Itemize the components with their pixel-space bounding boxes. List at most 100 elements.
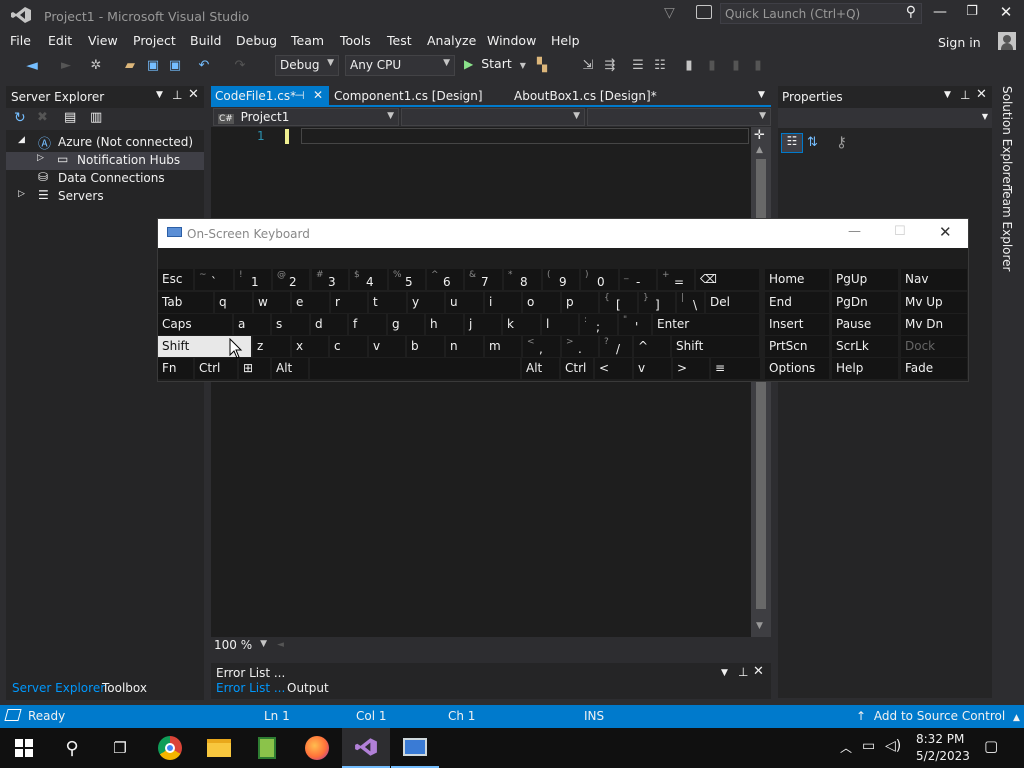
osk-key[interactable]: Tab	[158, 292, 213, 313]
osk-key[interactable]: ^	[634, 336, 670, 357]
quick-launch-input[interactable]: Quick Launch (Ctrl+Q) ⚲	[720, 3, 922, 24]
osk-key[interactable]: i	[485, 292, 521, 313]
scroll-up-icon[interactable]: ▲	[756, 145, 763, 155]
osk-key[interactable]: q	[215, 292, 252, 313]
osk-nav-key[interactable]: Fade	[901, 358, 967, 379]
source-control-button[interactable]: ↑ Add to Source Control ▲	[856, 709, 1020, 723]
pin-icon[interactable]: ⊥	[738, 665, 748, 679]
osk-key[interactable]: $4	[350, 269, 387, 290]
tree-node-azure[interactable]: ◢ Ⓐ Azure (Not connected)	[6, 134, 204, 152]
menu-analyze[interactable]: Analyze	[427, 33, 476, 48]
remote-desktop-icon[interactable]	[391, 728, 439, 768]
sign-in-link[interactable]: Sign in	[938, 35, 981, 50]
osk-key[interactable]: n	[446, 336, 483, 357]
osk-key[interactable]: k	[503, 314, 540, 335]
osk-key[interactable]: t	[369, 292, 406, 313]
menu-help[interactable]: Help	[551, 33, 580, 48]
menu-test[interactable]: Test	[387, 33, 412, 48]
osk-key[interactable]: l	[542, 314, 578, 335]
osk-nav-key[interactable]: PrtScn	[765, 336, 829, 357]
chrome-icon[interactable]	[146, 728, 194, 768]
osk-key[interactable]: Shift	[672, 336, 759, 357]
restore-button[interactable]: ❐	[962, 4, 982, 24]
osk-key[interactable]: Del	[706, 292, 759, 313]
close-button[interactable]: ✕	[996, 3, 1016, 23]
osk-key[interactable]: _ -	[620, 269, 656, 290]
windows-start-icon[interactable]	[0, 728, 48, 768]
osk-key[interactable]: Esc	[158, 269, 193, 290]
osk-key[interactable]: d	[311, 314, 347, 335]
save-all-icon[interactable]: ▣	[167, 57, 183, 73]
close-icon[interactable]: ✕	[313, 88, 323, 102]
task-view-icon[interactable]: ❐	[96, 728, 144, 768]
osk-key[interactable]: e	[292, 292, 329, 313]
osk-nav-key[interactable]: Help	[832, 358, 898, 379]
tab-component1-design[interactable]: Component1.cs [Design]	[330, 86, 487, 106]
close-icon[interactable]: ✕	[976, 87, 987, 102]
notepad-icon[interactable]	[243, 728, 291, 768]
search-icon[interactable]: ⚲	[48, 728, 96, 768]
tab-server-explorer[interactable]: Server Explorer	[12, 681, 105, 695]
osk-key[interactable]: u	[446, 292, 483, 313]
osk-key[interactable]: j	[465, 314, 501, 335]
close-icon[interactable]: ✕	[753, 664, 764, 679]
osk-key[interactable]: * 8	[504, 269, 541, 290]
osk-key[interactable]: h	[426, 314, 463, 335]
osk-key[interactable]: s	[272, 314, 309, 335]
vertical-scrollbar[interactable]: ✛ ▲ ▼	[751, 127, 771, 637]
network-icon[interactable]: ▭	[862, 738, 875, 754]
next-bookmark-icon[interactable]: ▮	[728, 57, 744, 73]
osk-nav-key[interactable]: Mv Up	[901, 292, 967, 313]
osk-maximize-button[interactable]: ☐	[894, 224, 906, 239]
visual-studio-taskbar-icon[interactable]	[342, 728, 390, 768]
osk-key[interactable]: c	[330, 336, 367, 357]
osk-key[interactable]: :;	[580, 314, 617, 335]
menu-edit[interactable]: Edit	[48, 33, 72, 48]
osk-key[interactable]	[310, 358, 520, 379]
connect-server-icon[interactable]: ▤	[64, 110, 76, 125]
menu-project[interactable]: Project	[133, 33, 176, 48]
osk-key[interactable]: Alt	[522, 358, 559, 379]
panel-menu-icon[interactable]: ▼	[944, 90, 951, 100]
osk-key[interactable]: z	[253, 336, 290, 357]
menu-team[interactable]: Team	[291, 33, 324, 48]
menu-build[interactable]: Build	[190, 33, 221, 48]
start-button[interactable]: ▶ Start ▼	[464, 56, 526, 76]
osk-key[interactable]: >.	[562, 336, 598, 357]
new-project-icon[interactable]: ✲	[88, 57, 104, 73]
show-hidden-icons-icon[interactable]: ︿	[840, 739, 852, 756]
connect-database-icon[interactable]: ▥	[90, 110, 102, 125]
volume-icon[interactable]: ◁)	[885, 738, 901, 754]
osk-key[interactable]: Caps	[158, 314, 232, 335]
property-pages-icon[interactable]: ⚷	[836, 133, 847, 151]
osk-key[interactable]: <	[595, 358, 632, 379]
osk-key[interactable]: & 7	[465, 269, 502, 290]
osk-nav-key[interactable]: Nav	[901, 269, 967, 290]
osk-nav-key[interactable]: Mv Dn	[901, 314, 967, 335]
osk-key[interactable]: (9	[543, 269, 579, 290]
object-select[interactable]: ▼	[778, 108, 992, 128]
forward-icon[interactable]: ►	[58, 57, 74, 73]
member-nav-select[interactable]: ▼	[587, 108, 771, 126]
menu-file[interactable]: File	[10, 33, 31, 48]
undo-icon[interactable]: ↶	[196, 57, 212, 73]
osk-key[interactable]: ⊞	[239, 358, 270, 379]
redo-icon[interactable]: ↷	[232, 57, 248, 73]
osk-key[interactable]: ~ `	[195, 269, 233, 290]
solution-platform-select[interactable]: Any CPU ▼	[345, 55, 455, 76]
bookmark-icon[interactable]: ▮	[681, 57, 697, 73]
osk-nav-key[interactable]: PgUp	[832, 269, 898, 290]
uncomment-icon[interactable]: ☷	[652, 57, 668, 73]
alphabetical-icon[interactable]: ⇅	[807, 135, 818, 150]
osk-key[interactable]: Ctrl	[195, 358, 237, 379]
menu-window[interactable]: Window	[487, 33, 536, 48]
osk-key[interactable]: Enter	[653, 314, 759, 335]
osk-key[interactable]: Alt	[272, 358, 308, 379]
minimize-button[interactable]: —	[930, 4, 950, 24]
osk-minimize-button[interactable]: —	[848, 224, 861, 239]
osk-key[interactable]: ! 1	[235, 269, 271, 290]
filter-icon[interactable]: ▽	[664, 5, 675, 21]
osk-key[interactable]: <,	[523, 336, 560, 357]
menu-tools[interactable]: Tools	[340, 33, 371, 48]
pin-icon[interactable]: ⊣	[295, 89, 305, 102]
